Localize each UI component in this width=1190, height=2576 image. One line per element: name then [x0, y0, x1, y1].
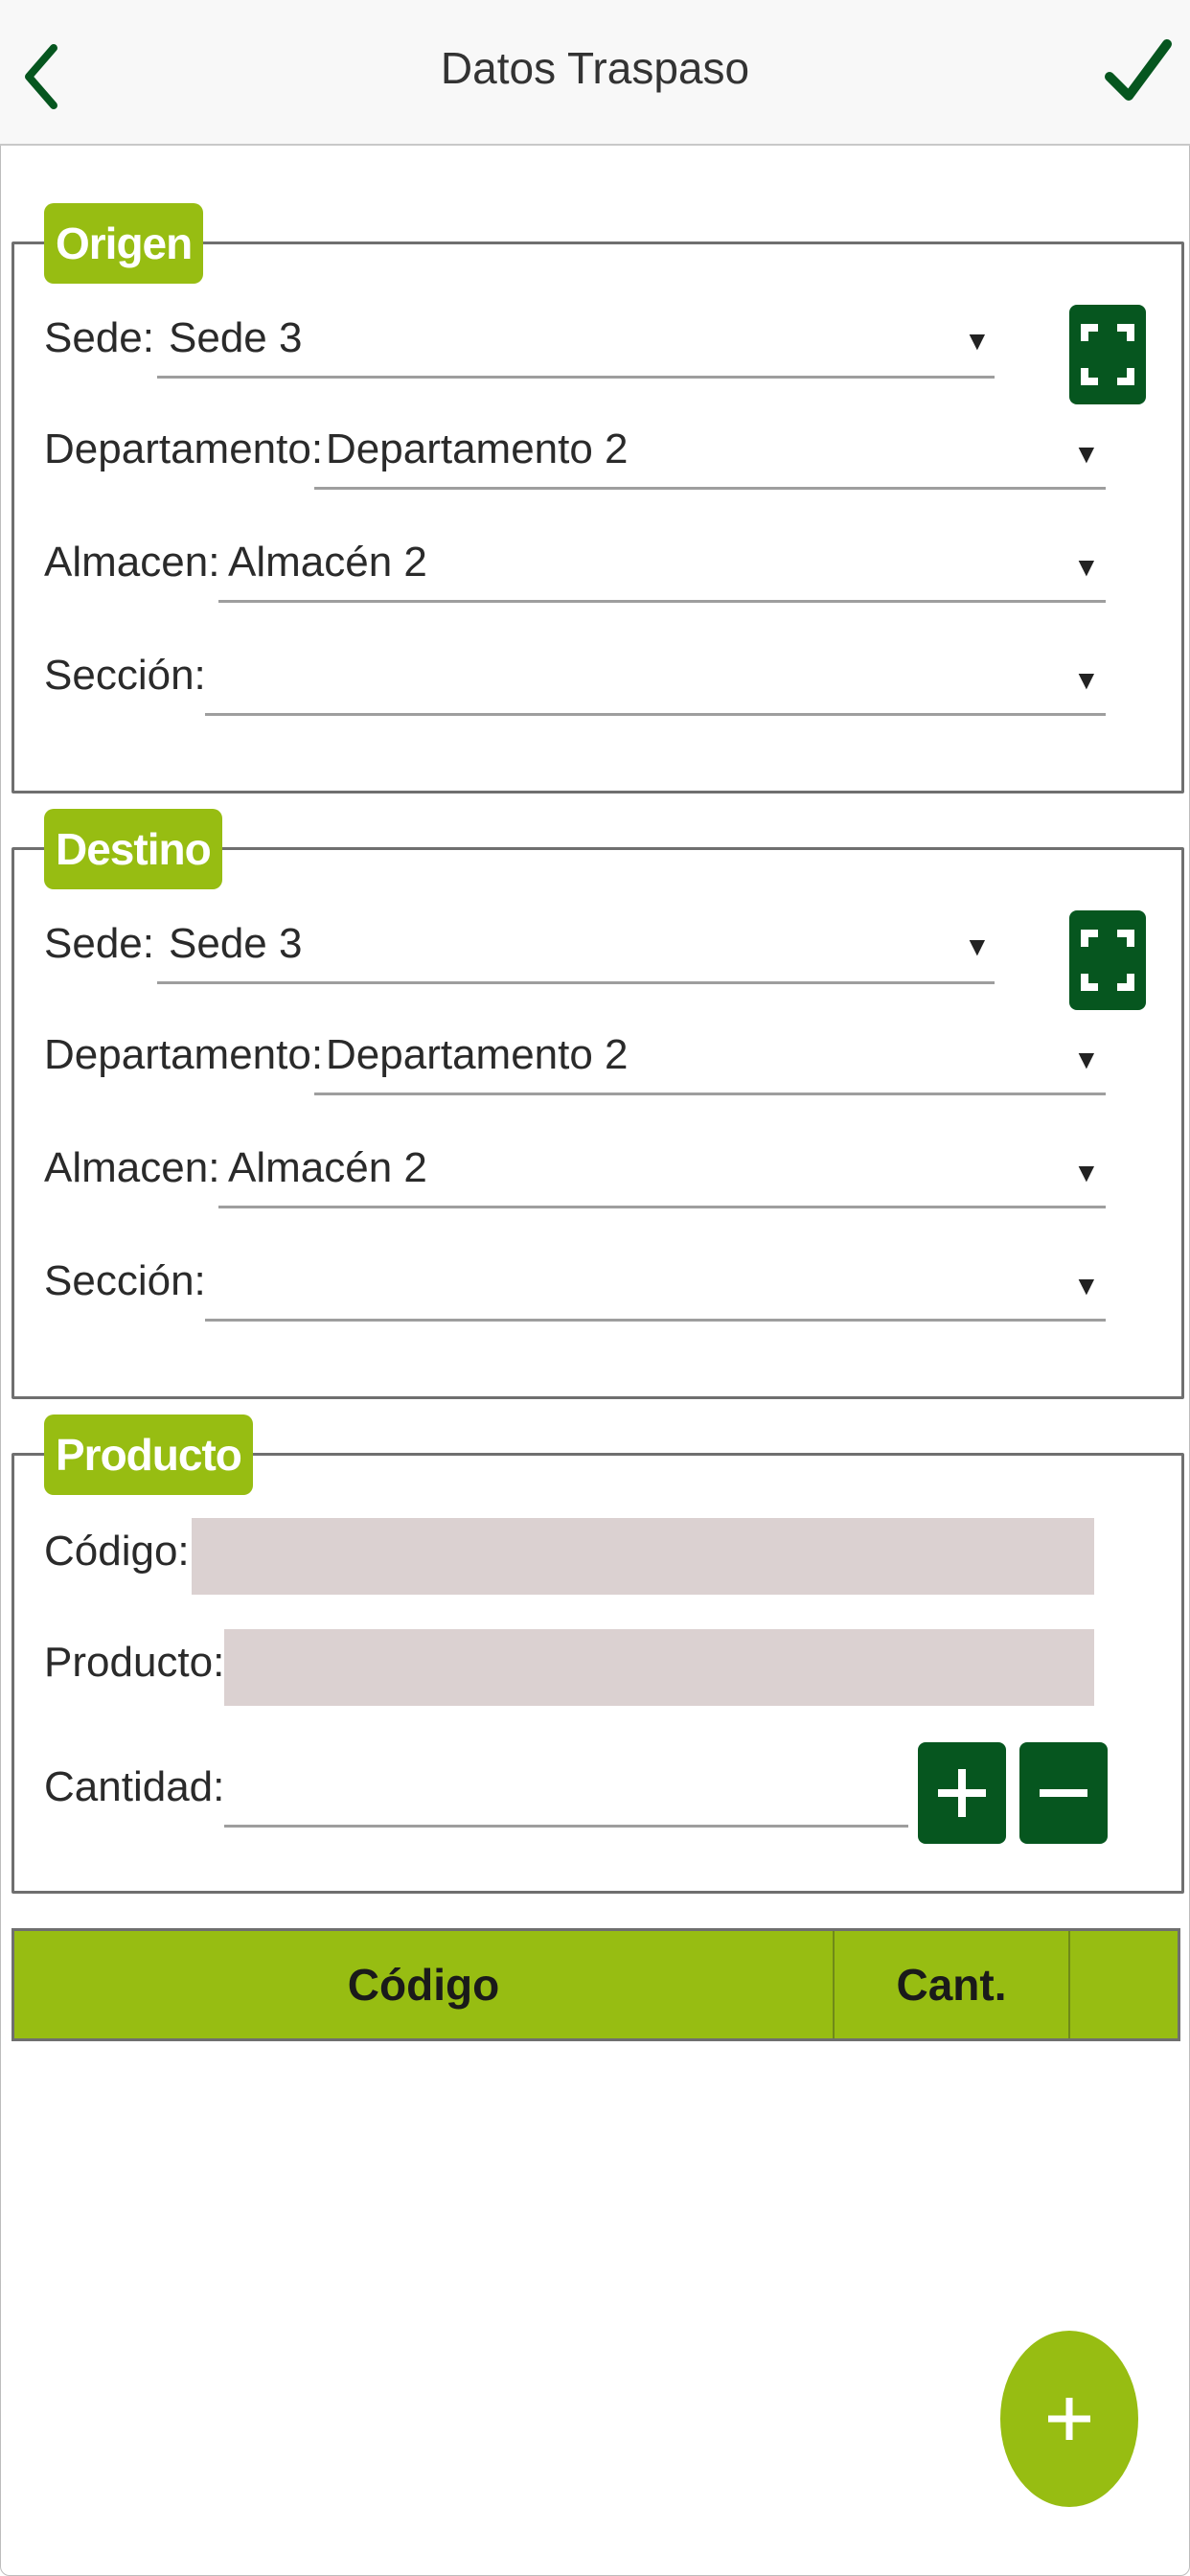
page-title: Datos Traspaso	[440, 43, 750, 93]
origen-scan-button[interactable]	[1069, 305, 1146, 404]
producto-legend: Producto	[44, 1414, 253, 1495]
origen-seccion-caret-icon: ▼	[1073, 665, 1100, 695]
add-item-fab[interactable]	[1000, 2331, 1138, 2507]
origen-almacen-underline	[218, 600, 1106, 603]
column-header-cantidad[interactable]: Cant.	[835, 1931, 1068, 2038]
scan-icon	[1081, 930, 1134, 991]
decrement-button[interactable]	[1019, 1742, 1108, 1844]
origen-seccion-underline	[205, 713, 1106, 716]
items-table-header: Código Cant.	[11, 1928, 1180, 2041]
destino-seccion-label: Sección:	[44, 1257, 206, 1304]
destino-scan-button[interactable]	[1069, 910, 1146, 1010]
origen-departamento-value: Departamento 2	[326, 426, 629, 472]
destino-sede-value: Sede 3	[169, 920, 303, 967]
plus-icon	[938, 1769, 986, 1817]
destino-departamento-caret-icon: ▼	[1073, 1045, 1100, 1074]
destino-departamento-value: Departamento 2	[326, 1031, 629, 1078]
increment-button[interactable]	[918, 1742, 1006, 1844]
origen-sede-underline	[157, 376, 995, 379]
column-header-codigo[interactable]: Código	[14, 1931, 833, 2038]
cantidad-label: Cantidad:	[44, 1763, 225, 1810]
destino-seccion-caret-icon: ▼	[1073, 1271, 1100, 1300]
producto-field[interactable]	[224, 1629, 1094, 1706]
destino-sede-caret-icon: ▼	[964, 932, 991, 961]
producto-label: Producto:	[44, 1639, 225, 1686]
destino-departamento-label: Departamento:	[44, 1031, 324, 1078]
origen-almacen-value: Almacén 2	[228, 539, 427, 586]
origen-departamento-label: Departamento:	[44, 426, 324, 472]
cantidad-underline	[224, 1825, 908, 1828]
confirm-button[interactable]	[1100, 34, 1177, 111]
destino-legend: Destino	[44, 809, 222, 889]
origen-legend: Origen	[44, 203, 204, 284]
destino-departamento-underline	[314, 1092, 1106, 1095]
destino-seccion-underline	[205, 1319, 1106, 1322]
origen-almacen-label: Almacen:	[44, 539, 220, 586]
plus-icon	[1048, 2398, 1090, 2440]
origen-sede-caret-icon: ▼	[964, 326, 991, 356]
check-icon	[1105, 39, 1172, 101]
destino-almacen-caret-icon: ▼	[1073, 1158, 1100, 1187]
destino-sede-underline	[157, 981, 995, 984]
codigo-label: Código:	[44, 1528, 190, 1575]
destino-almacen-value: Almacén 2	[228, 1144, 427, 1191]
origen-sede-label: Sede:	[44, 314, 154, 361]
destino-sede-label: Sede:	[44, 920, 154, 967]
origen-seccion-label: Sección:	[44, 652, 206, 699]
origen-almacen-caret-icon: ▼	[1073, 552, 1100, 582]
destino-almacen-label: Almacen:	[44, 1144, 220, 1191]
scan-icon	[1081, 324, 1134, 385]
top-bar: Datos Traspaso	[0, 0, 1190, 146]
origen-departamento-underline	[314, 487, 1106, 490]
column-header-actions	[1070, 1931, 1176, 2038]
origen-departamento-caret-icon: ▼	[1073, 439, 1100, 469]
origen-sede-value: Sede 3	[169, 314, 303, 361]
destino-almacen-underline	[218, 1206, 1106, 1208]
minus-icon	[1040, 1789, 1087, 1797]
codigo-field[interactable]	[192, 1518, 1094, 1595]
